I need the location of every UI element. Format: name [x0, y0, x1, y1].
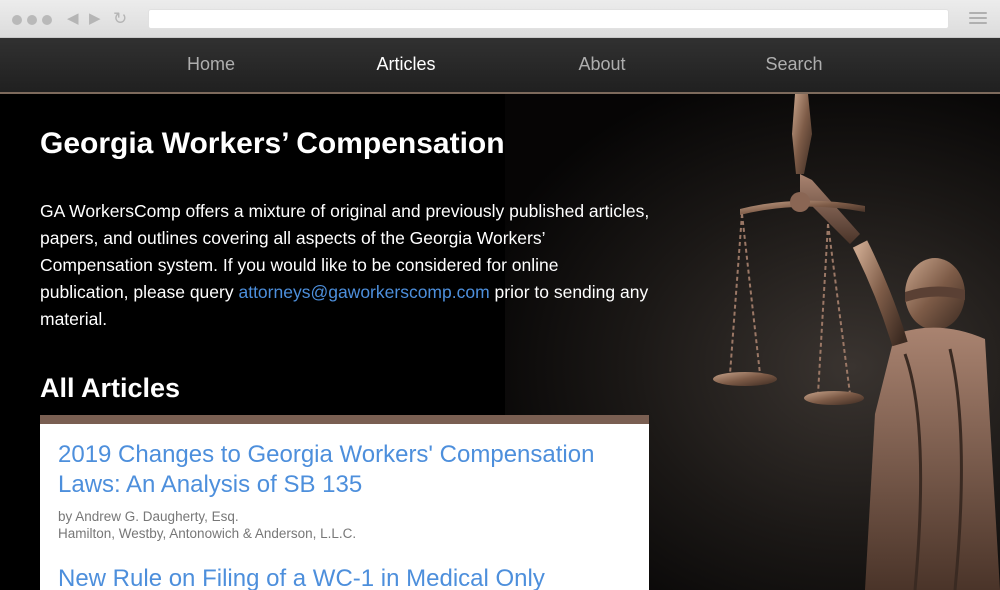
- article-title-link[interactable]: 2019 Changes to Georgia Workers' Compens…: [58, 440, 631, 500]
- forward-arrow-icon[interactable]: ▶: [89, 9, 101, 29]
- back-arrow-icon[interactable]: ◀: [67, 9, 79, 29]
- menu-icon[interactable]: [969, 12, 987, 26]
- browser-toolbar: ◀ ▶ ↻: [0, 0, 1000, 38]
- article-author: by Andrew G. Daugherty, Esq.: [58, 509, 239, 524]
- address-bar[interactable]: [148, 9, 949, 29]
- nav-search[interactable]: Search: [734, 38, 854, 92]
- reload-icon[interactable]: ↻: [113, 8, 127, 30]
- nav-home[interactable]: Home: [151, 38, 271, 92]
- window-minimize-dot[interactable]: [27, 15, 37, 25]
- site-navigation: Home Articles About Search: [0, 38, 1000, 94]
- window-maximize-dot[interactable]: [42, 15, 52, 25]
- lady-justice-statue-image: [713, 94, 1000, 590]
- articles-list: 2019 Changes to Georgia Workers' Compens…: [40, 415, 649, 590]
- article-item: 2019 Changes to Georgia Workers' Compens…: [40, 424, 649, 542]
- article-byline: by Andrew G. Daugherty, Esq. Hamilton, W…: [58, 508, 631, 542]
- intro-paragraph: GA WorkersComp offers a mixture of origi…: [40, 198, 650, 333]
- page-title: Georgia Workers’ Compensation: [40, 127, 505, 160]
- nav-about[interactable]: About: [542, 38, 662, 92]
- hero-section: Georgia Workers’ Compensation GA Workers…: [0, 94, 1000, 590]
- all-articles-heading: All Articles: [40, 373, 181, 403]
- contact-email-link[interactable]: attorneys@gaworkerscomp.com: [238, 282, 489, 302]
- article-title-link[interactable]: New Rule on Filing of a WC-1 in Medical …: [58, 564, 631, 590]
- nav-articles[interactable]: Articles: [346, 38, 466, 92]
- article-firm: Hamilton, Westby, Antonowich & Anderson,…: [58, 526, 357, 541]
- window-close-dot[interactable]: [12, 15, 22, 25]
- article-item: New Rule on Filing of a WC-1 in Medical …: [40, 542, 649, 590]
